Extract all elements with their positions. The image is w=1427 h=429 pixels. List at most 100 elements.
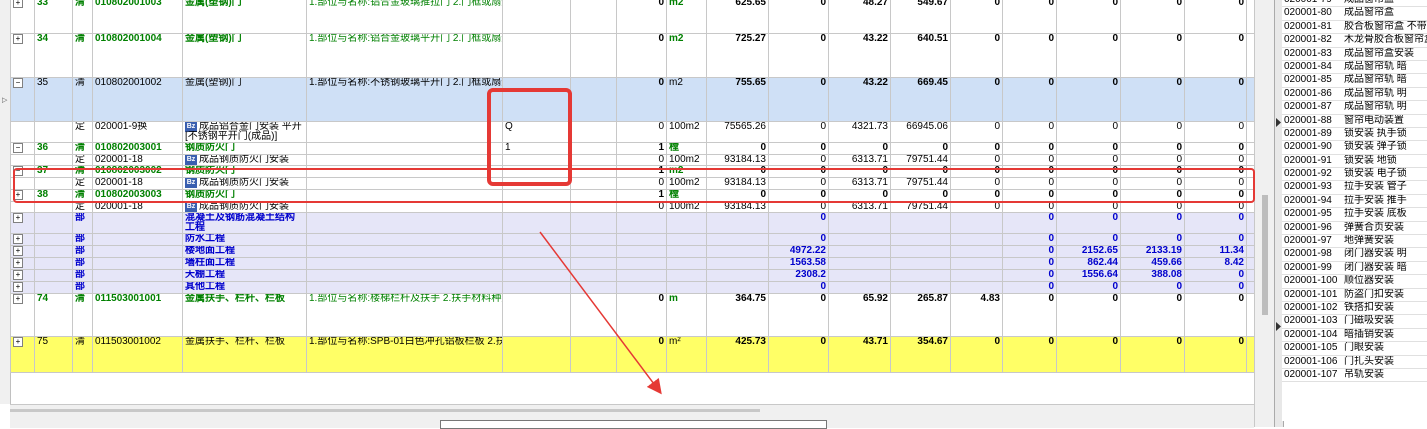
row-quantity[interactable]: 0 xyxy=(616,336,667,373)
row-quantity[interactable]: 1 xyxy=(616,142,667,155)
row-name[interactable]: Bz 成品铝合金门安装 平开[不锈钢平开门(成品)] xyxy=(182,121,307,143)
list-item[interactable]: 020001-95 拉手安装 底板 xyxy=(1282,207,1427,222)
row-name[interactable]: 钢质防火门 xyxy=(182,165,307,178)
row-name[interactable]: Bz 成品钢质防火门安装 xyxy=(182,201,307,213)
row-expression[interactable] xyxy=(502,165,571,178)
row-name[interactable]: 墙柱面工程 xyxy=(182,257,307,270)
row-name[interactable]: 金属(塑钢)门 xyxy=(182,0,307,34)
row-name[interactable]: 天棚工程 xyxy=(182,269,307,282)
row-expander[interactable]: + xyxy=(10,33,35,78)
table-row[interactable]: +74 清 011503001001 金属扶手、栏杆、栏板 1.部位与名称:楼梯栏杆及扶… xyxy=(10,293,1254,337)
table-row[interactable]: +部楼地面工程4972.2202152.652133.1911.3400 xyxy=(10,245,1254,258)
collapse-icon[interactable]: − xyxy=(13,78,23,88)
row-name[interactable]: Bz 成品钢质防火门安装 xyxy=(182,154,307,166)
row-expander[interactable]: + xyxy=(10,189,35,202)
row-quantity[interactable] xyxy=(616,245,667,258)
row-expression[interactable] xyxy=(502,245,571,258)
row-expression[interactable] xyxy=(502,177,571,190)
list-item[interactable]: 020001-81胶合板窗帘盒 不带轨 xyxy=(1282,20,1427,35)
row-expander[interactable]: + xyxy=(10,245,35,258)
row-description[interactable] xyxy=(306,233,503,246)
expand-icon[interactable]: + xyxy=(13,213,23,223)
expand-icon[interactable]: − xyxy=(13,166,23,176)
table-row[interactable]: +部天棚工程2308.201556.64388.08000 xyxy=(10,269,1254,282)
table-row[interactable]: 定 020001-18 Bz 成品钢质防火门安装 0 100m2 93184.13 0 6313… xyxy=(10,177,1254,190)
table-row[interactable]: +38清010802003003钢质防火门1樘00000000000 xyxy=(10,189,1254,202)
row-name[interactable]: 金属扶手、栏杆、栏板 xyxy=(182,293,307,337)
row-quantity[interactable]: 0 xyxy=(616,33,667,78)
list-item[interactable]: 020001-94 拉手安装 推手 xyxy=(1282,194,1427,209)
expand-icon[interactable]: + xyxy=(13,0,23,8)
expand-icon[interactable]: + xyxy=(13,337,23,347)
row-expression[interactable] xyxy=(502,269,571,282)
list-item[interactable]: 020001-86 成品窗帘轨 明 xyxy=(1282,87,1427,102)
expand-icon[interactable]: + xyxy=(13,258,23,268)
list-item[interactable]: 020001-89 锁安装 执手锁 xyxy=(1282,127,1427,142)
expand-icon[interactable]: − xyxy=(13,143,23,153)
row-expander[interactable]: + xyxy=(10,233,35,246)
table-row[interactable]: +部防水工程0000000 xyxy=(10,233,1254,246)
row-expander[interactable] xyxy=(10,154,35,166)
row-expander[interactable] xyxy=(10,121,35,143)
expand-icon[interactable]: + xyxy=(13,270,23,280)
row-quantity[interactable]: 0 xyxy=(616,177,667,190)
list-item[interactable]: 020001-101 防盗门扣安装 xyxy=(1282,288,1427,302)
row-description[interactable]: 1.部位与名称:SPB-01白色冲孔铝板栏板 2.扶手材料种类、规格:30*30… xyxy=(306,336,503,373)
expand-icon[interactable]: + xyxy=(13,282,23,292)
list-item[interactable]: 020001-92 锁安装 电子锁 xyxy=(1282,167,1427,182)
list-item[interactable]: 020001-82木龙骨胶合板窗帘盒安装 不带轨 xyxy=(1282,33,1427,48)
row-expander[interactable]: + xyxy=(10,257,35,270)
row-expression[interactable] xyxy=(502,189,571,202)
list-item[interactable]: 020001-87 成品窗帘轨 明 xyxy=(1282,100,1427,115)
row-quantity[interactable] xyxy=(616,233,667,246)
list-item[interactable]: 020001-107 吊轨安装 xyxy=(1282,368,1427,383)
table-row[interactable]: +75 清 011503001002 金属扶手、栏杆、栏板 1.部位与名称:SPB-01… xyxy=(10,336,1254,373)
row-expander[interactable]: − xyxy=(10,142,35,155)
table-row[interactable]: 定 020001-18 Bz 成品钢质防火门安装 0 100m2 93184.13 0 6313… xyxy=(10,201,1254,213)
list-item[interactable]: 020001-104 暗插销安装 xyxy=(1282,328,1427,343)
row-description[interactable] xyxy=(306,154,503,166)
row-expander[interactable]: + xyxy=(10,212,35,234)
table-row[interactable]: 定 020001-18 Bz 成品钢质防火门安装 0 100m2 93184.13 0 6313… xyxy=(10,154,1254,166)
row-expander[interactable]: + xyxy=(10,281,35,294)
row-description[interactable] xyxy=(306,121,503,143)
row-expression[interactable] xyxy=(502,281,571,294)
row-quantity[interactable]: 0 xyxy=(616,121,667,143)
table-row[interactable]: − 35 清 010802001002 金属(塑钢)门 1.部位与名称:不锈钢玻璃平开门 … xyxy=(10,77,1254,122)
table-row[interactable]: +33 清 010802001003 金属(塑钢)门 1.部位与名称:铝合金玻璃推拉门 … xyxy=(10,0,1254,34)
row-quantity[interactable]: 1 xyxy=(616,165,667,178)
row-quantity[interactable]: 0 xyxy=(616,154,667,166)
row-description[interactable]: 1.部位与名称:铝合金玻璃平开门 2.门框或扇外围尺寸:2.0mm铝合金框 3.… xyxy=(306,33,503,78)
list-item[interactable]: 020001-93 拉手安装 管子 xyxy=(1282,180,1427,195)
row-quantity[interactable] xyxy=(616,281,667,294)
row-expander[interactable]: + xyxy=(10,293,35,337)
row-description[interactable] xyxy=(306,269,503,282)
row-expression[interactable] xyxy=(502,293,571,337)
row-description[interactable] xyxy=(306,177,503,190)
row-name[interactable]: 防水工程 xyxy=(182,233,307,246)
row-expander[interactable]: + xyxy=(10,0,35,34)
table-row[interactable]: 定 020001-9换 Bz 成品铝合金门安装 平开[不锈钢平开门(成品)] Q 0 100… xyxy=(10,121,1254,143)
bottom-panel-tab-strip[interactable] xyxy=(440,420,827,429)
row-description[interactable]: 1.部位与名称:不锈钢玻璃平开门 2.门框或扇外围尺寸:不锈钢框 3.玻璃品种、… xyxy=(306,77,503,122)
list-item[interactable]: 020001-105 门眼安装 xyxy=(1282,341,1427,356)
row-description[interactable] xyxy=(306,189,503,202)
row-name[interactable]: 钢质防火门 xyxy=(182,142,307,155)
row-expression[interactable] xyxy=(502,154,571,166)
list-item[interactable]: 020001-102 铁搭扣安装 xyxy=(1282,301,1427,316)
list-item[interactable]: 020001-79成品窗帘盒 xyxy=(1282,0,1427,8)
row-description[interactable]: 1.部位与名称:铝合金玻璃推拉门 2.门框或扇外围尺寸:1.4mm铝合金框 3.… xyxy=(306,0,503,34)
row-expression[interactable] xyxy=(502,257,571,270)
row-description[interactable]: 1.部位与名称:楼梯栏杆及扶手 2.扶手材料种类、规格:金属定制扶手 3.栏杆材… xyxy=(306,293,503,337)
row-name[interactable]: 金属(塑钢)门 xyxy=(182,77,307,122)
row-expander[interactable]: + xyxy=(10,336,35,373)
row-expression[interactable] xyxy=(502,201,571,213)
row-description[interactable] xyxy=(306,281,503,294)
row-expander[interactable] xyxy=(10,201,35,213)
row-quantity[interactable]: 1 xyxy=(616,189,667,202)
list-item[interactable]: 020001-88 窗帘电动装置 xyxy=(1282,114,1427,128)
expand-icon[interactable]: + xyxy=(13,34,23,44)
row-quantity[interactable] xyxy=(616,257,667,270)
row-description[interactable] xyxy=(306,257,503,270)
row-name[interactable]: 金属扶手、栏杆、栏板 xyxy=(182,336,307,373)
